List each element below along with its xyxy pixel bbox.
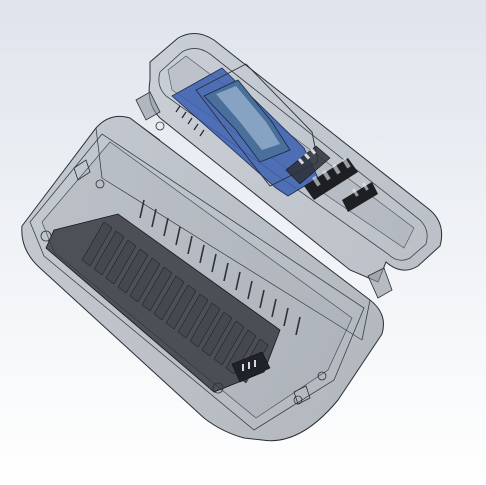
mount-boss <box>155 121 165 131</box>
enclosure-model[interactable] <box>0 0 486 485</box>
cad-viewport[interactable] <box>0 0 486 485</box>
